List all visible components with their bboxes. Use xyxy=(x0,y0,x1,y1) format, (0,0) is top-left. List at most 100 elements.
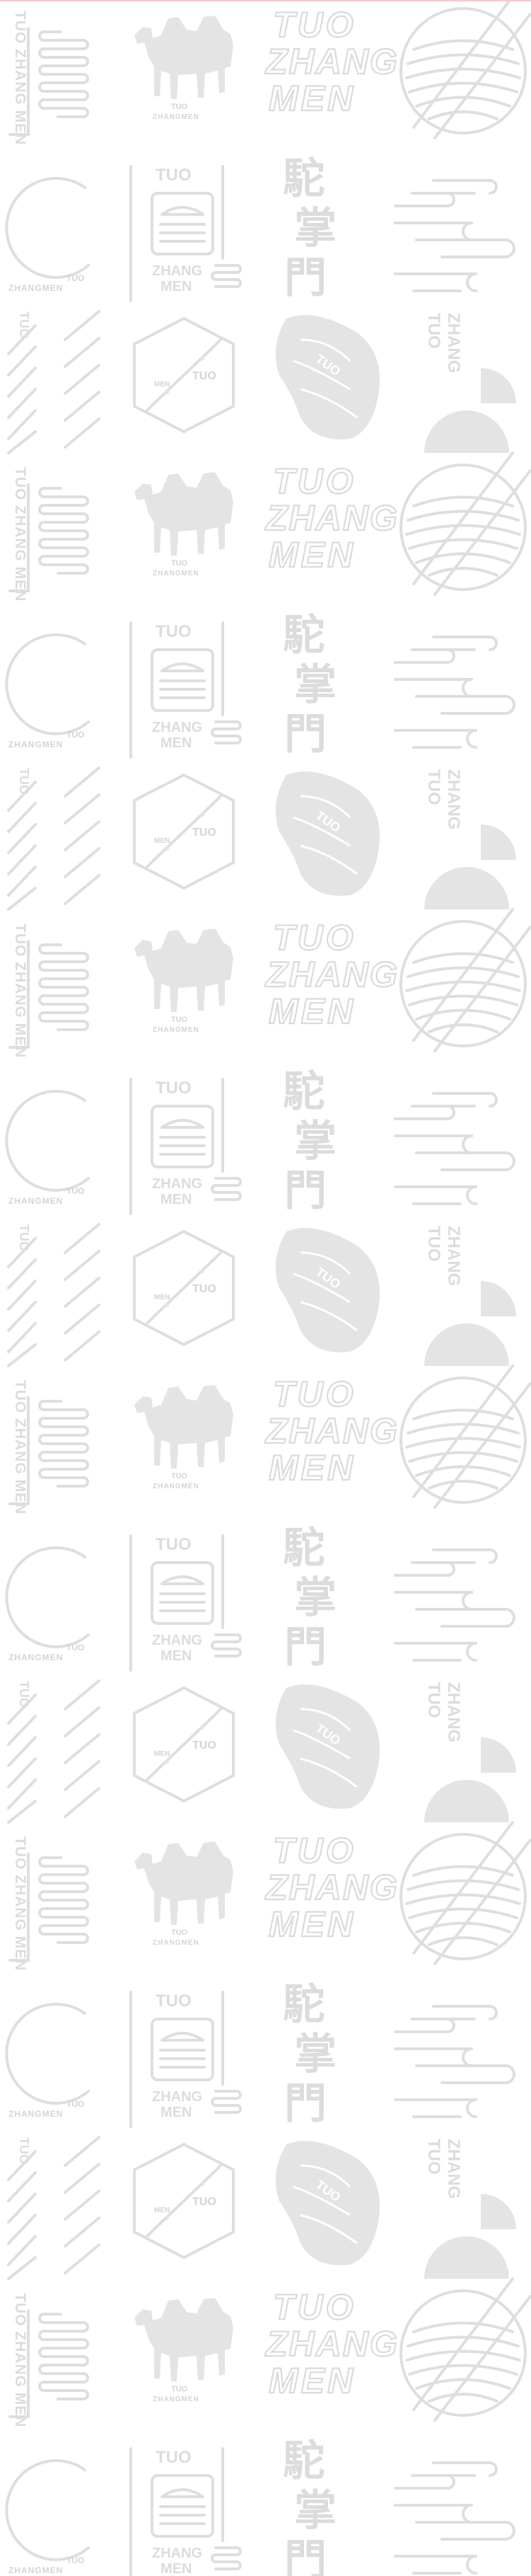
svg-text:TUO: TUO xyxy=(156,1991,192,2011)
svg-text:ZHANGMEN: ZHANGMEN xyxy=(153,1483,199,1490)
steamed-bun-badge-logo: TUO ZHANG MEN xyxy=(129,2447,242,2576)
svg-text:TUO ZHANG MEN: TUO ZHANG MEN xyxy=(12,1836,28,1971)
svg-text:TUO: TUO xyxy=(192,1740,216,1752)
camel-logo: TUO ZHANGMEN xyxy=(134,2298,233,2403)
pattern-row: TUO TUO MEN TUO TUO ZHANG xyxy=(7,766,516,911)
svg-text:TUO: TUO xyxy=(424,1682,443,1718)
steamed-bun-badge-logo: TUO ZHANG MEN xyxy=(129,1078,242,1215)
ring-logo: TUO ZHANGMEN xyxy=(5,176,90,293)
pattern-row: TUO ZHANGMEN TUO ZHANG MEN 駝 掌 門 xyxy=(5,154,515,303)
meat-cut-logo: TUO xyxy=(275,1684,380,1809)
svg-text:掌: 掌 xyxy=(294,1573,337,1623)
chinese-calligraphy-logo: 駝 掌 門 xyxy=(283,1524,337,1672)
svg-text:ZHANGMEN: ZHANGMEN xyxy=(153,1939,199,1947)
svg-text:MEN: MEN xyxy=(154,1294,170,1301)
vertical-wordmark-dome-logo: TUO ZHANG xyxy=(424,769,516,909)
pattern-row: TUO ZHANG MEN TUO ZHANGMEN TUO ZHANG MEN xyxy=(8,1364,531,1514)
svg-text:駝: 駝 xyxy=(283,2437,325,2486)
svg-text:TUO: TUO xyxy=(66,730,84,740)
svg-text:ZHANGMEN: ZHANGMEN xyxy=(153,1026,199,1034)
svg-text:TUO: TUO xyxy=(192,370,216,382)
italic-outline-wordmark: TUO ZHANG MEN xyxy=(264,1830,399,1945)
svg-text:駝: 駝 xyxy=(283,1524,325,1573)
chinese-calligraphy-logo: 駝 掌 門 xyxy=(283,1067,337,1216)
svg-text:TUO ZHANG MEN: TUO ZHANG MEN xyxy=(12,467,28,602)
vertical-wordmark-dome-logo: TUO ZHANG xyxy=(424,1226,516,1366)
svg-text:門: 門 xyxy=(284,2536,327,2576)
svg-text:ZHANG: ZHANG xyxy=(444,1226,463,1286)
vertical-wordmark-dome-logo: TUO ZHANG xyxy=(424,313,516,453)
rolling-lines-logo xyxy=(394,1548,515,1662)
svg-text:ZHANGMEN: ZHANGMEN xyxy=(153,113,199,121)
svg-text:TUO: TUO xyxy=(171,2385,188,2393)
rolling-lines-logo xyxy=(394,1092,515,1205)
svg-text:ZHANG: ZHANG xyxy=(264,42,399,81)
pattern-row: TUO TUO MEN TUO TUO ZHANG xyxy=(7,1223,516,1367)
chinese-calligraphy-logo: 駝 掌 門 xyxy=(283,154,337,303)
svg-text:駝: 駝 xyxy=(283,1980,325,2030)
svg-text:TUO: TUO xyxy=(273,918,356,958)
svg-text:TUO: TUO xyxy=(424,2139,443,2175)
crossed-noodle-bowl-logo xyxy=(399,2277,531,2422)
pattern-row: TUO TUO MEN TUO TUO ZHANG xyxy=(7,2136,516,2280)
pattern-row: TUO ZHANG MEN TUO ZHANGMEN TUO ZHANG MEN xyxy=(8,0,531,145)
crossed-noodle-bowl-logo xyxy=(399,1364,531,1509)
svg-text:ZHANG: ZHANG xyxy=(264,498,399,538)
svg-text:MEN: MEN xyxy=(269,2361,356,2400)
svg-text:TUO: TUO xyxy=(66,1643,84,1652)
pattern-row: TUO TUO MEN TUO TUO ZHANG xyxy=(7,1679,516,1824)
svg-text:TUO: TUO xyxy=(156,2448,192,2467)
camel-logo: TUO ZHANGMEN xyxy=(134,16,233,121)
svg-text:MEN: MEN xyxy=(161,2561,192,2576)
svg-text:ZHANG: ZHANG xyxy=(264,1868,399,1907)
svg-text:ZHANGMEN: ZHANGMEN xyxy=(153,570,199,577)
ring-logo: TUO ZHANGMEN xyxy=(5,2002,90,2119)
svg-text:TUO: TUO xyxy=(171,103,188,111)
pattern-row: TUO TUO MEN TUO TUO ZHANG xyxy=(7,310,516,454)
vertical-text-line-logo: TUO ZHANG MEN xyxy=(8,1836,89,1971)
svg-text:TUO: TUO xyxy=(192,1283,216,1295)
camel-logo: TUO ZHANGMEN xyxy=(134,1385,233,1490)
stripe-column-logo: TUO xyxy=(7,2136,100,2280)
steamed-bun-badge-logo: TUO ZHANG MEN xyxy=(129,1991,242,2128)
svg-text:MEN: MEN xyxy=(161,1192,192,1207)
svg-text:TUO: TUO xyxy=(171,1016,188,1024)
svg-text:TUO: TUO xyxy=(156,1079,192,1098)
svg-text:ZHANGMEN: ZHANGMEN xyxy=(8,1196,63,1206)
svg-text:ZHANG: ZHANG xyxy=(444,769,463,829)
italic-outline-wordmark: TUO ZHANG MEN xyxy=(264,4,399,119)
svg-text:MEN: MEN xyxy=(154,1750,170,1758)
hexagon-rolling-pin-logo: TUO MEN xyxy=(133,1686,235,1802)
svg-text:TUO: TUO xyxy=(171,1928,188,1937)
pattern-row: TUO ZHANGMEN TUO ZHANG MEN 駝 掌 門 xyxy=(5,2437,515,2576)
svg-text:ZHANG: ZHANG xyxy=(152,720,202,735)
svg-text:TUO: TUO xyxy=(424,1226,443,1262)
stripe-column-logo: TUO xyxy=(7,766,100,911)
svg-text:ZHANG: ZHANG xyxy=(444,313,463,373)
svg-text:掌: 掌 xyxy=(294,1117,337,1166)
svg-text:掌: 掌 xyxy=(294,204,337,253)
meat-cut-logo: TUO xyxy=(275,2141,380,2265)
svg-text:ZHANG: ZHANG xyxy=(152,2546,202,2561)
italic-outline-wordmark: TUO ZHANG MEN xyxy=(264,1374,398,1488)
svg-text:MEN: MEN xyxy=(154,2207,170,2214)
hexagon-rolling-pin-logo: TUO MEN xyxy=(133,2143,235,2259)
hexagon-rolling-pin-logo: TUO MEN xyxy=(133,317,235,433)
crossed-noodle-bowl-logo xyxy=(399,1821,531,1965)
crossed-noodle-bowl-logo xyxy=(399,452,531,596)
svg-text:TUO: TUO xyxy=(273,2287,356,2327)
svg-text:TUO: TUO xyxy=(66,2555,84,2565)
svg-text:ZHANG: ZHANG xyxy=(152,263,202,279)
vertical-wordmark-dome-logo: TUO ZHANG xyxy=(424,2139,516,2279)
svg-text:駝: 駝 xyxy=(283,611,325,660)
svg-text:ZHANG: ZHANG xyxy=(152,1633,202,1648)
steamed-bun-badge-logo: TUO ZHANG MEN xyxy=(129,1534,242,1672)
svg-text:ZHANG: ZHANG xyxy=(152,1176,202,1192)
svg-text:TUO: TUO xyxy=(273,461,356,501)
svg-text:MEN: MEN xyxy=(161,279,192,294)
crossed-noodle-bowl-logo xyxy=(399,908,531,1052)
stripe-column-logo: TUO xyxy=(7,310,100,454)
vertical-text-line-logo: TUO ZHANG MEN xyxy=(8,1380,89,1514)
svg-text:MEN: MEN xyxy=(161,1648,192,1664)
svg-text:ZHANGMEN: ZHANGMEN xyxy=(8,2109,63,2119)
